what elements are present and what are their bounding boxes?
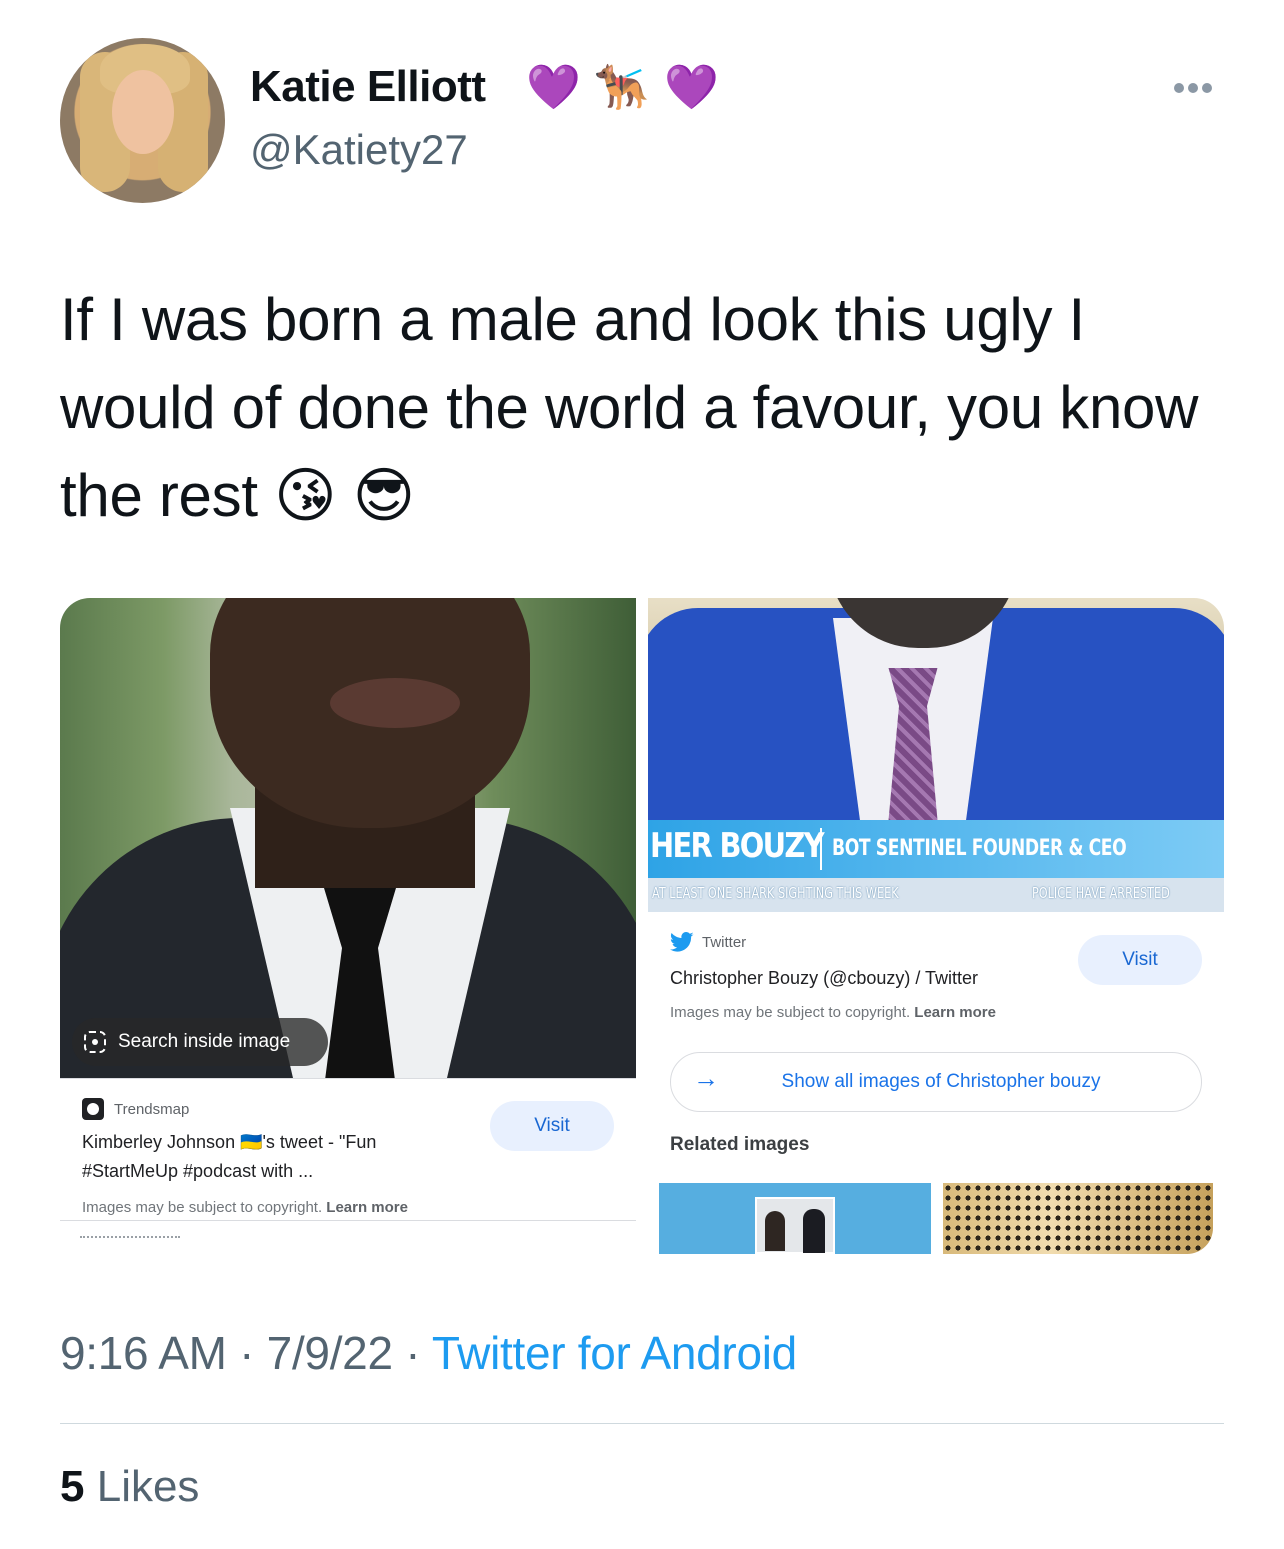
search-inside-image-button[interactable]: Search inside image xyxy=(72,1018,328,1066)
more-options-icon[interactable] xyxy=(1174,80,1218,96)
visit-button[interactable]: Visit xyxy=(1078,935,1202,985)
related-images-heading: Related images xyxy=(670,1134,810,1155)
tweet-date: 7/9/22 xyxy=(266,1327,393,1379)
learn-more-link[interactable]: Learn more xyxy=(914,1004,996,1021)
show-all-images-button[interactable]: → Show all images of Christopher bouzy xyxy=(670,1052,1202,1112)
tweet-text: If I was born a male and look this ugly … xyxy=(60,286,1199,529)
trendsmap-icon xyxy=(82,1098,104,1120)
lens-icon xyxy=(84,1031,106,1053)
user-handle[interactable]: @Katiety27 xyxy=(250,126,468,174)
copyright-note: Images may be subject to copyright. Lear… xyxy=(82,1199,408,1216)
visit-button[interactable]: Visit xyxy=(490,1101,614,1151)
likes-count: 5 xyxy=(60,1462,85,1511)
result-title-line2[interactable]: #StartMeUp #podcast with ... xyxy=(82,1157,313,1186)
source-name: Twitter xyxy=(702,934,747,951)
cutoff-text xyxy=(80,1236,180,1246)
tweet-source-link[interactable]: Twitter for Android xyxy=(432,1327,797,1379)
learn-more-link[interactable]: Learn more xyxy=(326,1199,408,1216)
service-dog-icon: 🐕‍🦺 xyxy=(594,63,649,112)
news-lower-third: HER BOUZY BOT SENTINEL FOUNDER & CEO xyxy=(648,820,1224,878)
copyright-note: Images may be subject to copyright. Lear… xyxy=(670,1004,996,1021)
lower-third-name: HER BOUZY xyxy=(650,826,825,866)
tweet-meta: 9:16 AM · 7/9/22 · Twitter for Android xyxy=(60,1327,797,1379)
tweet-header: Katie Elliott 💜 🐕‍🦺 💜 @Katiety27 xyxy=(60,38,1224,208)
show-all-label: Show all images of Christopher bouzy xyxy=(781,1071,1101,1092)
related-image-thumb[interactable] xyxy=(943,1183,1213,1254)
twitter-bird-icon xyxy=(670,932,694,952)
purple-heart-icon: 💜 xyxy=(526,63,581,112)
lower-third-title: BOT SENTINEL FOUNDER & CEO xyxy=(832,836,1127,861)
likes-stat[interactable]: 5 Likes xyxy=(60,1462,199,1512)
result-photo-right: HER BOUZY BOT SENTINEL FOUNDER & CEO AT … xyxy=(648,598,1224,912)
purple-heart-icon: 💜 xyxy=(664,63,719,112)
result-title-line1[interactable]: Kimberley Johnson 🇺🇦's tweet - "Fun xyxy=(82,1128,376,1157)
ticker-text-left: AT LEAST ONE SHARK SIGHTING THIS WEEK xyxy=(652,884,899,902)
related-image-thumb[interactable] xyxy=(659,1183,931,1254)
media-image-right[interactable]: HER BOUZY BOT SENTINEL FOUNDER & CEO AT … xyxy=(648,598,1224,1254)
divider xyxy=(60,1078,636,1079)
ticker-text-right: POLICE HAVE ARRESTED xyxy=(1032,884,1170,902)
media-image-left[interactable]: Search inside image Trendsmap Kimberley … xyxy=(60,598,636,1254)
news-ticker: AT LEAST ONE SHARK SIGHTING THIS WEEK PO… xyxy=(648,878,1224,912)
search-pill-label: Search inside image xyxy=(118,1031,291,1052)
divider xyxy=(60,1423,1224,1424)
source-name: Trendsmap xyxy=(114,1101,190,1118)
tweet-media[interactable]: Search inside image Trendsmap Kimberley … xyxy=(60,598,1224,1254)
result-photo-left: Search inside image xyxy=(60,598,636,1078)
avatar[interactable] xyxy=(60,38,225,203)
display-name[interactable]: Katie Elliott xyxy=(250,62,486,112)
result-title[interactable]: Christopher Bouzy (@cbouzy) / Twitter xyxy=(670,964,978,993)
tweet-time: 9:16 AM xyxy=(60,1327,227,1379)
divider xyxy=(60,1220,636,1221)
likes-label: Likes xyxy=(96,1462,200,1511)
